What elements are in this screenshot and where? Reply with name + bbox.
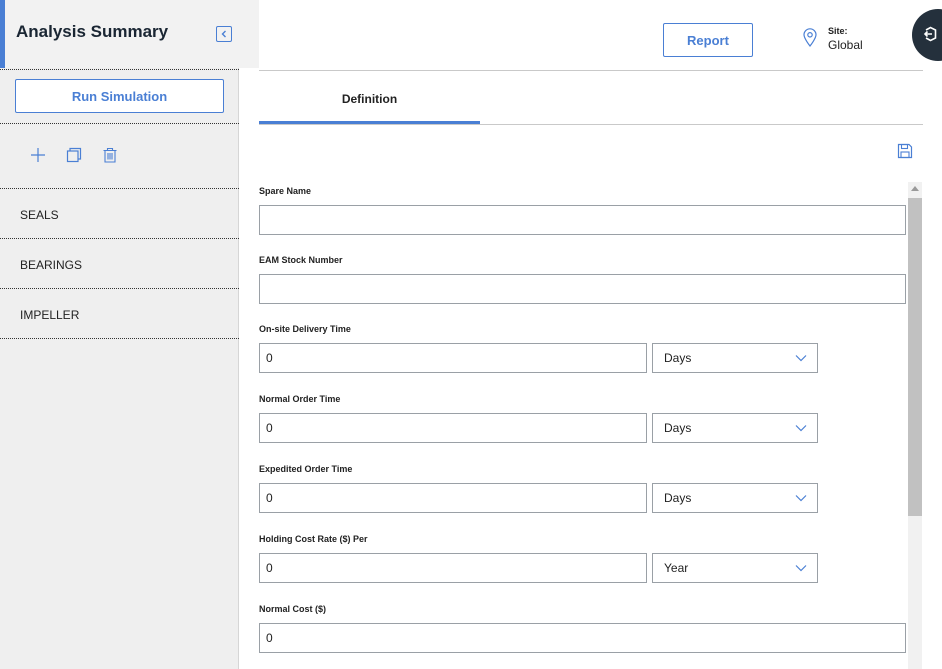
collapse-sidebar-button[interactable]	[216, 26, 232, 42]
spare-name-label: Spare Name	[259, 186, 312, 196]
expedited-order-time-unit-select[interactable]: Days	[652, 483, 818, 513]
run-simulation-button[interactable]: Run Simulation	[15, 79, 224, 113]
scroll-up-arrow[interactable]	[911, 186, 919, 191]
chevron-down-icon	[795, 425, 807, 432]
exit-button[interactable]	[912, 9, 942, 61]
sidebar-item-bearings[interactable]: BEARINGS	[20, 258, 82, 272]
site-value[interactable]: Global	[828, 38, 863, 52]
onsite-delivery-time-label: On-site Delivery Time	[259, 324, 351, 334]
trash-icon[interactable]	[102, 147, 118, 163]
normal-order-time-unit-select[interactable]: Days	[652, 413, 818, 443]
sidebar-accent-bar	[0, 0, 5, 68]
divider	[0, 288, 239, 289]
divider	[0, 338, 239, 339]
eam-stock-number-input[interactable]	[259, 274, 906, 304]
holding-cost-rate-unit-select[interactable]: Year	[652, 553, 818, 583]
expedited-order-time-input[interactable]: 0	[259, 483, 647, 513]
save-icon[interactable]	[897, 143, 913, 159]
normal-order-time-input[interactable]: 0	[259, 413, 647, 443]
holding-cost-rate-unit-value: Year	[664, 561, 689, 575]
sidebar-title: Analysis Summary	[16, 22, 169, 41]
divider	[0, 238, 239, 239]
onsite-delivery-time-unit-select[interactable]: Days	[652, 343, 818, 373]
chevron-down-icon	[795, 355, 807, 362]
location-pin-icon	[803, 28, 817, 47]
scrollbar-thumb[interactable]	[908, 198, 922, 516]
site-label: Site:	[828, 26, 848, 36]
normal-cost-input[interactable]: 0	[259, 623, 906, 653]
chevron-left-icon	[221, 30, 226, 38]
onsite-delivery-time-unit-value: Days	[664, 351, 692, 365]
chevron-down-icon	[795, 495, 807, 502]
eam-stock-number-label: EAM Stock Number	[259, 255, 343, 265]
report-button[interactable]: Report	[663, 23, 753, 57]
tab-divider	[259, 124, 923, 125]
normal-order-time-unit-value: Days	[664, 421, 692, 435]
copy-icon[interactable]	[66, 147, 82, 163]
holding-cost-rate-label: Holding Cost Rate ($) Per	[259, 534, 368, 544]
tab-definition[interactable]: Definition	[259, 82, 480, 124]
chevron-down-icon	[795, 565, 807, 572]
expedited-order-time-unit-value: Days	[664, 491, 692, 505]
normal-cost-label: Normal Cost ($)	[259, 604, 327, 614]
normal-order-time-label: Normal Order Time	[259, 394, 341, 404]
sidebar-item-impeller[interactable]: IMPELLER	[20, 308, 79, 322]
divider	[0, 69, 239, 70]
plus-icon[interactable]	[30, 147, 46, 163]
divider	[0, 188, 239, 189]
holding-cost-rate-input[interactable]: 0	[259, 553, 647, 583]
onsite-delivery-time-input[interactable]: 0	[259, 343, 647, 373]
divider	[0, 123, 239, 124]
sidebar-item-seals[interactable]: SEALS	[20, 208, 59, 222]
exit-icon	[923, 26, 937, 42]
spare-name-input[interactable]	[259, 205, 906, 235]
header-divider	[259, 70, 923, 71]
expedited-order-time-label: Expedited Order Time	[259, 464, 353, 474]
